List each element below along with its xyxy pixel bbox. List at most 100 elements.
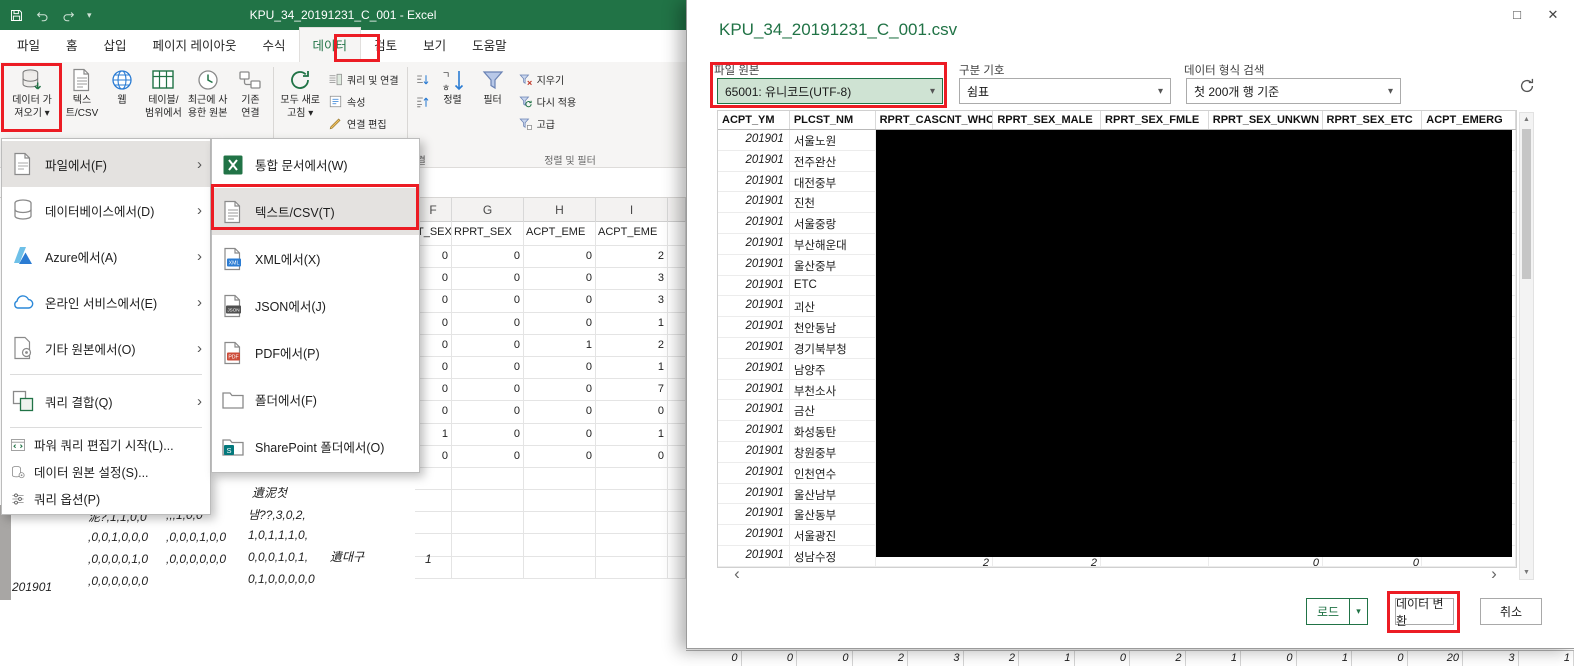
sort-descending-button[interactable]	[411, 92, 433, 112]
transform-data-button[interactable]: 데이터 변환	[1395, 598, 1454, 625]
tab-page-layout[interactable]: 페이지 레이아웃	[140, 28, 250, 62]
save-icon[interactable]	[9, 8, 24, 23]
vertical-scrollbar[interactable]: ▲ ▼	[1519, 112, 1534, 580]
menu-item-from-database[interactable]: 데이터베이스에서(D)›	[2, 187, 210, 233]
submenu-item-from-text-csv[interactable]: 텍스트/CSV(T)	[212, 188, 419, 235]
menu-item-from-file[interactable]: 파일에서(F)›	[2, 141, 210, 187]
worksheet-grid[interactable]: T_SEXRPRT_SEXACPT_EMEACPT_EME00020003000…	[415, 222, 686, 579]
sort-ascending-button[interactable]	[411, 70, 433, 90]
from-table-range-button[interactable]: 테이블/ 범위에서	[142, 65, 185, 120]
qat-customize-caret-icon[interactable]: ▾	[87, 10, 92, 21]
preview-cell: 201901	[718, 359, 790, 379]
sheet-row-empty	[415, 468, 686, 490]
preview-cell: 부천소사	[790, 380, 876, 400]
sheet-row: 0003	[415, 290, 686, 312]
queries-connections-button[interactable]: 쿼리 및 연결	[323, 69, 404, 90]
maximize-button[interactable]: □	[1507, 5, 1527, 25]
tab-help[interactable]: 도움말	[459, 28, 520, 62]
menu-item-from-other-sources-label: 기타 원본에서(O)	[45, 339, 193, 358]
tab-formulas[interactable]: 수식	[250, 28, 299, 62]
column-header-F[interactable]: F	[415, 198, 452, 222]
garbled-cell-text: 1,0,1,1,1,0,	[248, 528, 308, 542]
delimiter-dropdown[interactable]: 쉼표 ▾	[959, 78, 1171, 104]
edit-links-button[interactable]: 연결 편집	[323, 113, 404, 134]
menu-item-query-options[interactable]: 쿼리 옵션(P)	[2, 485, 210, 512]
preview-column-ACPT_YM[interactable]: ACPT_YM	[718, 111, 790, 129]
tab-home[interactable]: 홈	[53, 28, 91, 62]
text-csv-button[interactable]: 텍스 트/CSV	[62, 65, 102, 120]
menu-item-from-other-sources[interactable]: 기타 원본에서(O)›	[2, 325, 210, 371]
redo-icon[interactable]	[61, 8, 76, 23]
file-source-icon	[10, 151, 36, 177]
recent-sources-button[interactable]: 최근에 사 용한 원본	[185, 65, 231, 120]
menu-item-from-azure[interactable]: Azure에서(A)›	[2, 233, 210, 279]
preview-column-RPRT_SEX_UNKWN[interactable]: RPRT_SEX_UNKWN	[1209, 111, 1323, 129]
menu-item-data-source-settings[interactable]: 데이터 원본 설정(S)...	[2, 458, 210, 485]
existing-connections-button[interactable]: 기존 연결	[230, 65, 270, 120]
refresh-all-button[interactable]: 모두 새로 고침 ▾	[277, 65, 323, 120]
azure-icon	[10, 243, 36, 269]
scroll-down-icon[interactable]: ▼	[1520, 569, 1533, 576]
close-button[interactable]: ✕	[1543, 5, 1563, 25]
tab-review[interactable]: 검토	[361, 28, 410, 62]
sheet-cell: 7	[596, 379, 668, 400]
load-button-label[interactable]: 로드	[1307, 599, 1349, 624]
sort-label: 정렬	[443, 95, 461, 108]
preview-cell: 201901	[718, 317, 790, 337]
cancel-button[interactable]: 취소	[1480, 598, 1542, 625]
advanced-filter-button[interactable]: 고급	[513, 113, 582, 134]
from-web-button[interactable]: 웹	[102, 65, 142, 108]
background-cell: 2	[1130, 651, 1186, 666]
preview-column-ACPT_EMERG[interactable]: ACPT_EMERG	[1422, 111, 1516, 129]
scroll-left-icon[interactable]: ‹	[729, 564, 745, 584]
background-cell: 0	[742, 651, 798, 666]
tab-data[interactable]: 데이터	[299, 27, 362, 62]
preview-column-RPRT_SEX_ETC[interactable]: RPRT_SEX_ETC	[1323, 111, 1423, 129]
submenu-item-from-xml[interactable]: XMLXML에서(X)	[212, 235, 419, 282]
submenu-item-from-json[interactable]: JSONJSON에서(J)	[212, 282, 419, 329]
scroll-right-icon[interactable]: ›	[1486, 564, 1502, 584]
preview-column-RPRT_SEX_MALE[interactable]: RPRT_SEX_MALE	[993, 111, 1101, 129]
menu-item-from-online-services[interactable]: 온라인 서비스에서(E)›	[2, 279, 210, 325]
reapply-filter-button[interactable]: 다시 적용	[513, 91, 582, 112]
type-detection-dropdown[interactable]: 첫 200개 행 기준 ▾	[1186, 78, 1401, 104]
preview-column-PLCST_NM[interactable]: PLCST_NM	[790, 111, 876, 129]
sort-button[interactable]: ㄱㅎ 정렬	[433, 65, 473, 108]
svg-text:S: S	[226, 445, 231, 454]
filter-button[interactable]: 필터	[473, 65, 513, 108]
tab-file[interactable]: 파일	[4, 28, 53, 62]
refresh-all-button-label: 모두 새로 고침 ▾	[280, 95, 320, 120]
undo-icon[interactable]	[35, 8, 50, 23]
load-button[interactable]: 로드 ▾	[1306, 598, 1368, 625]
menu-item-launch-power-query-editor[interactable]: 파워 쿼리 편집기 시작(L)...	[2, 431, 210, 458]
quick-access-toolbar: ▾	[0, 8, 92, 23]
column-header-I[interactable]: I	[596, 198, 668, 222]
submenu-item-from-workbook[interactable]: 통합 문서에서(W)	[212, 141, 419, 188]
preview-column-RPRT_SEX_FMLE[interactable]: RPRT_SEX_FMLE	[1101, 111, 1209, 129]
column-header-G[interactable]: G	[452, 198, 524, 222]
scrollbar-thumb[interactable]	[1522, 129, 1531, 279]
sheet-cell: ACPT_EME	[524, 222, 596, 245]
get-data-button[interactable]: 데이터 가 져오기 ▾	[2, 65, 62, 120]
menu-item-combine-queries[interactable]: 쿼리 결합(Q)›	[2, 378, 210, 424]
preview-cell: 천안동남	[790, 317, 876, 337]
submenu-item-from-folder-label: 폴더에서(F)	[255, 390, 411, 409]
submenu-item-from-text-csv-label: 텍스트/CSV(T)	[255, 202, 411, 221]
properties-button[interactable]: 속성	[323, 91, 404, 112]
column-header-H[interactable]: H	[524, 198, 596, 222]
tab-view[interactable]: 보기	[410, 28, 459, 62]
table-icon	[150, 67, 176, 93]
clear-filter-button[interactable]: 지우기	[513, 69, 582, 90]
file-origin-dropdown[interactable]: 65001: 유니코드(UTF-8) ▾	[717, 78, 943, 104]
load-split-caret-icon[interactable]: ▾	[1349, 599, 1367, 624]
scroll-up-icon[interactable]: ▲	[1520, 116, 1533, 123]
sheet-row-empty	[415, 490, 686, 512]
submenu-item-from-sharepoint-folder[interactable]: SSharePoint 폴더에서(O)	[212, 423, 419, 470]
submenu-item-from-pdf[interactable]: PDFPDF에서(P)	[212, 329, 419, 376]
tab-insert[interactable]: 삽입	[91, 28, 140, 62]
preview-cell: 201901	[718, 421, 790, 441]
sort-mini-buttons	[411, 65, 433, 112]
submenu-item-from-folder[interactable]: 폴더에서(F)	[212, 376, 419, 423]
preview-column-RPRT_CASCNT_WHOL[interactable]: RPRT_CASCNT_WHOL	[876, 111, 994, 129]
refresh-preview-icon[interactable]	[1517, 76, 1537, 96]
